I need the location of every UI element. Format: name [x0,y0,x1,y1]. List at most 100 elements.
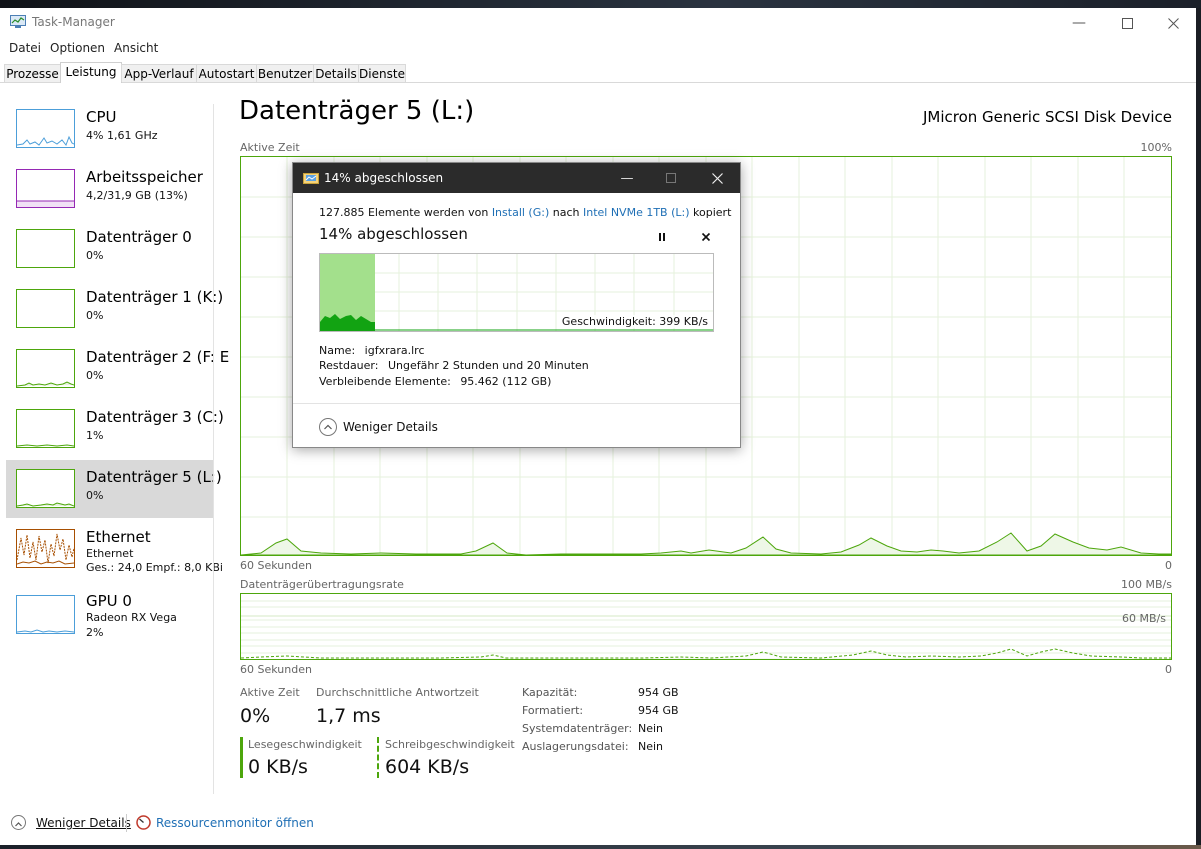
sidebar-item-disk-1[interactable]: Datenträger 1 (K:) 0% [6,280,223,338]
capacity-value: 954 GB [638,686,679,699]
graph-active-time-label: Aktive Zeit [240,141,300,154]
dialog-fewer-details-link[interactable]: Weniger Details [343,420,438,434]
tab-benutzer[interactable]: Benutzer [256,64,314,82]
remaining-time-value: Ungefähr 2 Stunden und 20 Minuten [387,359,589,372]
task-manager-icon [10,15,26,28]
name-value: igfxrara.lrc [364,344,425,357]
resource-monitor-icon[interactable] [136,815,151,830]
pause-icon [659,233,665,241]
sidebar-item-gpu-0[interactable]: GPU 0 Radeon RX Vega 2% [6,586,213,644]
remaining-items-label: Verbleibende Elemente: [319,375,451,388]
sidebar-item-title: Ethernet [86,528,151,546]
menu-optionen[interactable]: Optionen [50,41,105,55]
sidebar-item-disk-3[interactable]: Datenträger 3 (C:) 1% [6,400,224,458]
capacity-label: Kapazität: [522,686,578,699]
cpu-thumbnail-graph [16,109,75,148]
dialog-close-button[interactable] [695,163,739,193]
page-title: Datenträger 5 (L:) [239,96,475,126]
memory-thumbnail-graph [16,169,75,208]
disk-3-thumbnail-graph [16,409,75,448]
copy-progress-dialog: 14% abgeschlossen — 127.885 Elemente wer… [292,162,741,448]
close-button[interactable] [1150,8,1196,38]
maximize-button[interactable] [1104,8,1150,38]
sidebar-item-subtitle: 4,2/31,9 GB (13%) [86,189,188,202]
title-bar: Task-Manager — [0,8,1196,38]
tab-details[interactable]: Details [313,64,359,82]
tab-autostart[interactable]: Autostart [196,64,257,82]
close-icon [1167,17,1179,29]
copy-current-file: Name: igfxrara.lrc [319,344,425,357]
transfer-rate-graph: 60 MB/s [240,593,1172,660]
resource-monitor-link[interactable]: Ressourcenmonitor öffnen [156,816,314,830]
pause-button[interactable] [655,229,669,243]
copy-source-link[interactable]: Install (G:) [492,206,549,219]
copy-target-link[interactable]: Intel NVMe 1TB (L:) [583,206,690,219]
sidebar-item-subtitle: 0% [86,249,104,262]
copy-remaining-items: Verbleibende Elemente: 95.462 (112 GB) [319,375,551,388]
sidebar-item-subtitle: 1% [86,429,104,442]
sidebar-divider [213,104,214,794]
sidebar-item-disk-0[interactable]: Datenträger 0 0% [6,220,213,278]
graph-transfer-rate-min: 0 [1165,663,1172,676]
sidebar-item-disk-2[interactable]: Datenträger 2 (F: E 0% [6,340,229,398]
sidebar-item-title: Datenträger 0 [86,228,192,246]
sidebar-item-title: GPU 0 [86,592,132,610]
system-disk-label: Systemdatenträger: [522,722,633,735]
tab-app-verlauf[interactable]: App-Verlauf [121,64,197,82]
menu-ansicht[interactable]: Ansicht [114,41,158,55]
graph-transfer-rate-mid: 60 MB/s [1122,612,1166,625]
dialog-title: 14% abgeschlossen [324,171,444,185]
footer-divider [126,814,127,832]
sidebar-item-subtitle: Ethernet [86,547,134,560]
gpu-thumbnail-graph [16,595,75,634]
read-speed-legend-bar [240,737,243,778]
tab-leistung[interactable]: Leistung [60,62,122,83]
dialog-minimize-button[interactable]: — [605,163,649,193]
sidebar-item-subtitle: 0% [86,369,104,382]
response-time-value: 1,7 ms [316,705,381,727]
active-time-stat-value: 0% [240,705,271,727]
maximize-icon [666,173,676,183]
page-file-value: Nein [638,740,664,753]
menu-datei[interactable]: Datei [9,41,41,55]
sidebar-item-cpu[interactable]: CPU 4% 1,61 GHz [6,100,213,158]
system-disk-value: Nein [638,722,664,735]
disk-1-thumbnail-graph [16,289,75,328]
ethernet-thumbnail-graph [16,529,75,568]
fewer-details-link[interactable]: Weniger Details [36,816,131,830]
remaining-time-label: Restdauer: [319,359,379,372]
sidebar-item-subtitle: 0% [86,309,104,322]
formatted-value: 954 GB [638,704,679,717]
task-manager-window: Task-Manager — Datei Optionen Ansicht Pr… [0,8,1196,845]
minimize-button[interactable]: — [1056,8,1102,38]
tab-dienste[interactable]: Dienste [358,64,406,82]
response-time-label: Durchschnittliche Antwortzeit [316,686,479,699]
minimize-icon: — [620,170,634,186]
active-time-stat-label: Aktive Zeit [240,686,300,699]
sidebar-item-subtitle: Radeon RX Vega [86,611,177,624]
sidebar-item-memory[interactable]: Arbeitsspeicher 4,2/31,9 GB (13%) [6,160,213,218]
tab-prozesse[interactable]: Prozesse [4,64,61,82]
desktop-background-bottom [0,845,1201,849]
sidebar-item-disk-5[interactable]: Datenträger 5 (L:) 0% [6,460,222,518]
sidebar-item-title: Arbeitsspeicher [86,168,203,186]
sidebar-item-subtitle: 4% 1,61 GHz [86,129,158,142]
cancel-copy-button[interactable] [699,229,713,243]
close-icon [711,172,723,184]
read-speed-label: Lesegeschwindigkeit [248,738,362,751]
sidebar-item-detail: Ges.: 24,0 Empf.: 8,0 KBi [86,561,223,574]
copy-summary-prefix: 127.885 Elemente werden von [319,206,492,219]
collapse-details-icon[interactable] [11,815,26,830]
write-speed-value: 604 KB/s [385,756,470,778]
sidebar-item-title: Datenträger 2 (F: E [86,348,230,366]
graph-active-time-min: 0 [1165,559,1172,572]
sidebar-item-ethernet[interactable]: Ethernet Ethernet Ges.: 24,0 Empf.: 8,0 … [6,520,223,578]
read-speed-value: 0 KB/s [248,756,308,778]
dialog-collapse-details-icon[interactable] [319,418,337,436]
formatted-label: Formatiert: [522,704,584,717]
minimize-icon: — [1072,15,1086,31]
disk-0-thumbnail-graph [16,229,75,268]
copy-progress-heading: 14% abgeschlossen [319,225,468,243]
remaining-items-value: 95.462 (112 GB) [460,375,552,388]
sidebar-item-title: Datenträger 1 (K:) [86,288,224,306]
